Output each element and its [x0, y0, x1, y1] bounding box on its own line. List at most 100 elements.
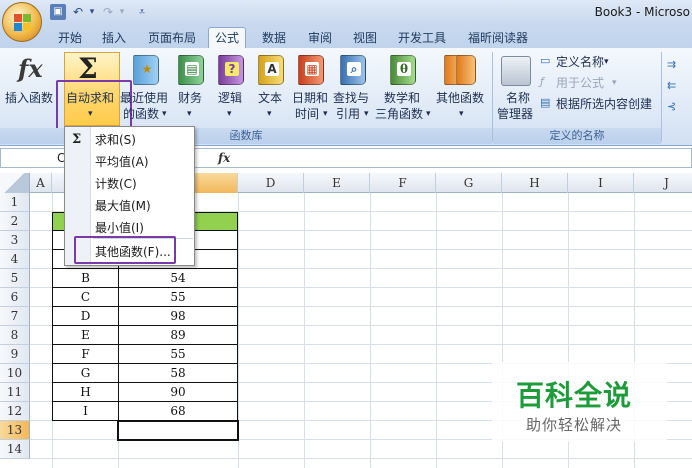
- logical-button[interactable]: 逻辑: [218, 90, 242, 106]
- tab-review[interactable]: 审阅: [306, 29, 334, 48]
- select-all-corner[interactable]: [0, 173, 30, 193]
- row-header-7[interactable]: 7: [0, 307, 30, 326]
- lookup-button[interactable]: 查找与: [333, 90, 369, 106]
- logical-dropdown-icon[interactable]: ▾: [227, 106, 232, 122]
- column-header-d[interactable]: D: [238, 173, 304, 193]
- window-title: Book3 - Microso: [594, 5, 690, 19]
- table-label-cell[interactable]: I: [52, 401, 119, 421]
- row-header-3[interactable]: 3: [0, 231, 30, 250]
- lookup-dropdown-icon[interactable]: ▾: [364, 106, 369, 122]
- tab-developer[interactable]: 开发工具: [396, 29, 448, 48]
- menu-item-max[interactable]: 最大值(M): [95, 195, 151, 217]
- tab-foxit-reader[interactable]: 福昕阅读器: [466, 29, 530, 48]
- more-functions-highlight-box: [74, 236, 176, 264]
- recently-used-button[interactable]: 最近使用: [120, 90, 168, 106]
- undo-dropdown-icon[interactable]: ▾: [84, 4, 100, 20]
- fx-icon[interactable]: fx: [218, 151, 230, 165]
- row-header-4[interactable]: 4: [0, 250, 30, 269]
- lookup-label-2: 引用: [336, 107, 361, 121]
- tab-page-layout[interactable]: 页面布局: [146, 29, 198, 48]
- tab-home[interactable]: 开始: [56, 29, 84, 48]
- tab-data[interactable]: 数据: [260, 29, 288, 48]
- row-header-6[interactable]: 6: [0, 288, 30, 307]
- office-logo-icon: [14, 14, 32, 32]
- column-header-h[interactable]: H: [502, 173, 568, 193]
- logical-icon: ?: [218, 55, 244, 85]
- table-value-cell[interactable]: 90: [118, 382, 238, 402]
- table-value-cell[interactable]: 68: [118, 401, 238, 421]
- row-header-5[interactable]: 5: [0, 269, 30, 288]
- row-header-9[interactable]: 9: [0, 345, 30, 364]
- datetime-dropdown-icon[interactable]: ▾: [323, 106, 328, 122]
- column-header-g[interactable]: G: [436, 173, 502, 193]
- table-value-cell[interactable]: 55: [118, 287, 238, 307]
- tab-formulas[interactable]: 公式: [208, 27, 246, 49]
- recently-used-dropdown-icon[interactable]: ▾: [162, 106, 167, 122]
- row-header-14[interactable]: 14: [0, 440, 30, 459]
- row-header-13[interactable]: 13: [0, 421, 30, 440]
- table-value-cell[interactable]: 54: [118, 268, 238, 288]
- grid-line: [436, 193, 437, 468]
- table-label-cell[interactable]: G: [52, 363, 119, 383]
- column-header-i[interactable]: I: [568, 173, 634, 193]
- math-trig-button[interactable]: 数学和: [384, 90, 420, 106]
- other-functions-dropdown-icon[interactable]: ▾: [459, 106, 464, 122]
- menu-item-sum[interactable]: 求和(S): [95, 129, 136, 151]
- table-label-cell[interactable]: H: [52, 382, 119, 402]
- table-value-cell[interactable]: 98: [118, 306, 238, 326]
- formula-input[interactable]: [114, 148, 692, 168]
- financial-dropdown-icon[interactable]: ▾: [187, 106, 192, 122]
- text-function-icon: A: [258, 55, 284, 85]
- sigma-icon: Σ: [78, 52, 98, 85]
- table-value-cell[interactable]: 55: [118, 344, 238, 364]
- formula-auditing-icons[interactable]: ⇉ ⇇ ⊰: [667, 54, 676, 117]
- column-header-e[interactable]: E: [304, 173, 370, 193]
- row-header-1[interactable]: 1: [0, 193, 30, 212]
- use-in-formula-button[interactable]: 用于公式: [556, 75, 604, 91]
- menu-item-count[interactable]: 计数(C): [95, 173, 137, 195]
- menu-item-average[interactable]: 平均值(A): [95, 151, 149, 173]
- column-header-j[interactable]: J: [634, 173, 692, 193]
- table-label-cell[interactable]: D: [52, 306, 119, 326]
- row-header-2[interactable]: 2: [0, 212, 30, 231]
- save-icon[interactable]: ▣: [50, 4, 66, 20]
- autosum-dropdown-icon[interactable]: ▾: [88, 106, 93, 122]
- grid-line: [370, 193, 371, 468]
- row-header-11[interactable]: 11: [0, 383, 30, 402]
- financial-button[interactable]: 财务: [178, 90, 202, 106]
- create-from-selection-icon: ▤: [540, 96, 551, 109]
- name-manager-icon: [501, 56, 531, 86]
- math-trig-dropdown-icon[interactable]: ▾: [426, 106, 431, 122]
- row-header-10[interactable]: 10: [0, 364, 30, 383]
- row-header-8[interactable]: 8: [0, 326, 30, 345]
- tab-insert[interactable]: 插入: [100, 29, 128, 48]
- table-label-cell[interactable]: F: [52, 344, 119, 364]
- active-cell[interactable]: [117, 420, 239, 441]
- table-value-cell[interactable]: 58: [118, 363, 238, 383]
- column-header-f[interactable]: F: [370, 173, 436, 193]
- customize-qat-icon[interactable]: ⩡: [134, 4, 150, 20]
- define-name-button[interactable]: 定义名称: [556, 54, 604, 70]
- column-header-a[interactable]: A: [30, 173, 52, 193]
- text-button[interactable]: 文本: [258, 90, 282, 106]
- table-label-cell[interactable]: B: [52, 268, 119, 288]
- text-dropdown-icon[interactable]: ▾: [267, 106, 272, 122]
- other-functions-button[interactable]: 其他函数: [436, 90, 484, 106]
- datetime-button[interactable]: 日期和: [292, 90, 328, 106]
- create-from-selection-button[interactable]: 根据所选内容创建: [556, 96, 652, 112]
- use-in-formula-dropdown-icon[interactable]: ▾: [612, 75, 617, 91]
- table-label-cell[interactable]: E: [52, 325, 119, 345]
- define-name-icon: ▭: [540, 54, 551, 67]
- name-manager-button[interactable]: 名称: [506, 90, 530, 106]
- row-header-12[interactable]: 12: [0, 402, 30, 421]
- table-label-cell[interactable]: C: [52, 287, 119, 307]
- office-button[interactable]: [2, 2, 42, 42]
- redo-dropdown-icon[interactable]: ▾: [114, 4, 130, 20]
- name-manager-label-2: 管理器: [497, 107, 534, 121]
- tab-view[interactable]: 视图: [351, 29, 379, 48]
- grid-line: [304, 193, 305, 468]
- autosum-label: 自动求和: [66, 91, 115, 105]
- insert-function-button[interactable]: 插入函数: [5, 90, 53, 106]
- define-name-dropdown-icon[interactable]: ▾: [604, 54, 609, 70]
- table-value-cell[interactable]: 89: [118, 325, 238, 345]
